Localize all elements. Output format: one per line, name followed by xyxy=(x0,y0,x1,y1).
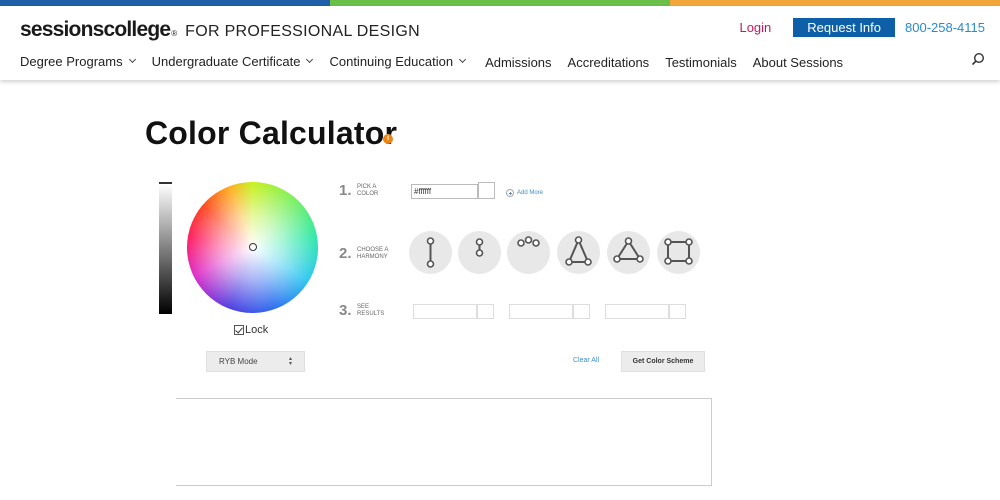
login-link[interactable]: Login xyxy=(739,20,771,35)
nav-item-label: Degree Programs xyxy=(20,53,123,69)
step-1-number: 1. xyxy=(339,182,352,199)
nav-item-testimonials[interactable]: Testimonials xyxy=(665,55,737,70)
lock-label: Lock xyxy=(245,324,269,336)
result-color-field xyxy=(509,304,573,319)
main-nav: Degree Programs Undergraduate Certificat… xyxy=(20,52,843,71)
site-logo[interactable]: sessionscollege ® FOR PROFESSIONAL DESIG… xyxy=(20,18,420,42)
clear-all-link[interactable]: Clear All xyxy=(573,357,599,364)
harmony-split-complementary-button[interactable] xyxy=(557,231,600,274)
harmony-tetradic-button[interactable] xyxy=(657,231,700,274)
brightness-slider[interactable] xyxy=(159,182,172,314)
page-title: Color Calculator xyxy=(145,115,398,151)
logo-brand-name: sessionscollege xyxy=(20,18,171,41)
nav-item-admissions[interactable]: Admissions xyxy=(485,55,551,70)
phone-link[interactable]: 800-258-4115 xyxy=(905,20,985,35)
plus-circle-icon xyxy=(506,189,514,197)
info-icon[interactable]: i xyxy=(383,134,393,144)
add-more-button[interactable]: Add More xyxy=(506,189,543,197)
lock-checkbox[interactable] xyxy=(234,325,244,335)
harmony-analogous-button[interactable] xyxy=(507,231,550,274)
logo-tagline: FOR PROFESSIONAL DESIGN xyxy=(185,23,420,40)
result-color-field xyxy=(605,304,669,319)
result-swatch xyxy=(477,304,494,319)
harmony-monochromatic-button[interactable] xyxy=(409,231,452,274)
hex-color-input[interactable] xyxy=(411,184,478,199)
chevron-down-icon xyxy=(128,55,136,64)
harmony-complementary-button[interactable] xyxy=(458,231,501,274)
result-color-field xyxy=(413,304,477,319)
nav-item-label: Undergraduate Certificate xyxy=(151,53,301,69)
nav-item-degree-programs[interactable]: Degree Programs xyxy=(20,53,136,69)
nav-item-undergraduate-certificate[interactable]: Undergraduate Certificate xyxy=(151,53,314,69)
nav-item-about-sessions[interactable]: About Sessions xyxy=(753,55,843,70)
step-1-label: PICK A COLOR xyxy=(357,184,379,197)
chevron-down-icon xyxy=(459,55,467,64)
nav-item-label: Continuing Education xyxy=(329,53,454,69)
color-swatch[interactable] xyxy=(478,182,495,199)
request-info-button[interactable]: Request Info xyxy=(793,18,895,37)
search-icon[interactable] xyxy=(971,52,985,66)
nav-item-continuing-education[interactable]: Continuing Education xyxy=(329,53,467,69)
harmony-triadic-button[interactable] xyxy=(607,231,650,274)
add-more-label: Add More xyxy=(517,190,544,196)
nav-item-label: Admissions xyxy=(485,55,552,70)
color-mode-select[interactable]: RYB Mode ▴ ▾ xyxy=(206,351,305,372)
color-mode-value: RYB Mode xyxy=(219,357,258,366)
result-swatch xyxy=(669,304,686,319)
logo-registered-mark: ® xyxy=(171,29,178,38)
analogous-icon xyxy=(517,236,540,247)
get-color-scheme-button[interactable]: Get Color Scheme xyxy=(621,351,705,372)
nav-item-label: Testimonials xyxy=(665,55,737,70)
utility-links: Login Request Info 800-258-4115 xyxy=(739,18,985,37)
step-2-number: 2. xyxy=(339,245,352,262)
nav-item-accreditations[interactable]: Accreditations xyxy=(568,55,650,70)
select-arrows-icon: ▴ ▾ xyxy=(288,356,292,367)
lock-checkbox-group[interactable]: Lock xyxy=(234,324,268,336)
monochromatic-icon xyxy=(426,237,435,268)
step-3-number: 3. xyxy=(339,302,352,319)
result-swatch xyxy=(573,304,590,319)
chevron-down-icon xyxy=(306,55,314,64)
tetradic-icon xyxy=(664,238,693,265)
step-3-label: SEE RESULTS xyxy=(357,304,385,317)
site-header: sessionscollege ® FOR PROFESSIONAL DESIG… xyxy=(0,6,1000,80)
step-2-label: CHOOSE A HARMONY xyxy=(357,247,389,260)
color-wheel-handle[interactable] xyxy=(249,243,257,251)
split-complementary-icon xyxy=(565,236,592,266)
complementary-icon xyxy=(475,238,484,257)
nav-item-label: Accreditations xyxy=(567,55,650,70)
triadic-icon xyxy=(613,237,644,263)
scheme-output-panel xyxy=(176,398,712,486)
nav-item-label: About Sessions xyxy=(752,55,844,70)
